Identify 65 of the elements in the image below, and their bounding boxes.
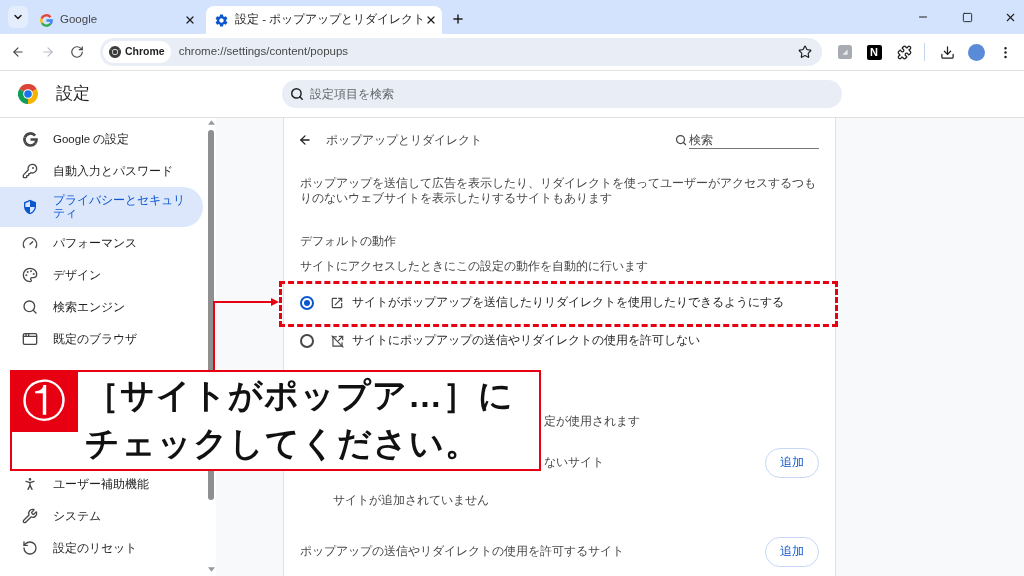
- section-subheading: サイトにアクセスしたときにこの設定の動作を自動的に行います: [300, 259, 649, 274]
- maximize-icon[interactable]: [962, 11, 973, 23]
- gear-icon: [213, 12, 229, 28]
- reset-icon: [22, 540, 38, 556]
- sidebar-item[interactable]: 検索エンジン: [0, 295, 203, 319]
- person-icon: [22, 476, 38, 492]
- empty-list-text: サイトが追加されていません: [332, 493, 490, 508]
- sidebar-item[interactable]: 既定のブラウザ: [0, 327, 203, 351]
- search-icon: [290, 87, 304, 101]
- download-icon[interactable]: [939, 44, 955, 60]
- site-list-title: ないサイト: [544, 455, 604, 471]
- search-field[interactable]: 検索: [689, 131, 819, 149]
- browser-tab[interactable]: 設定 - ポップアップとリダイレクト: [206, 6, 442, 34]
- wrench-icon: [22, 508, 38, 524]
- description-text: ポップアップを送信して広告を表示したり、リダイレクトを使ってユーザーがアクセスするつもりのないウェブサイトを表示したりするサイトもあります: [300, 176, 817, 206]
- close-icon[interactable]: [184, 14, 196, 26]
- shield-icon: [22, 199, 38, 215]
- tab-search-button[interactable]: [8, 6, 28, 28]
- search-icon: [22, 299, 38, 315]
- popup-blocked-icon: [330, 334, 344, 348]
- browser-logo-icon: [109, 46, 121, 58]
- radio-button[interactable]: [300, 334, 314, 348]
- browser-tab[interactable]: Google: [31, 6, 203, 34]
- page-title: ポップアップとリダイレクト: [326, 132, 482, 149]
- callout-text: ［サイトがポップア…］にチェックしてください。: [85, 375, 515, 464]
- extension-logo[interactable]: N: [866, 44, 882, 60]
- g-logo-icon: [39, 13, 53, 27]
- settings-title: 設定: [56, 83, 90, 106]
- add-button[interactable]: 追加: [765, 537, 819, 567]
- sidebar-item[interactable]: パフォーマンス: [0, 231, 203, 255]
- option-label[interactable]: サイトにポップアップの送信やリダイレクトの使用を許可しない: [352, 332, 700, 350]
- sidebar-item[interactable]: ユーザー補助機能: [0, 472, 203, 496]
- key-icon: [22, 163, 38, 179]
- address-bar[interactable]: Chrome chrome://settings/content/popups: [100, 38, 822, 66]
- new-tab-icon[interactable]: [451, 12, 465, 26]
- scroll-down-icon[interactable]: [207, 567, 215, 572]
- search-field[interactable]: 設定項目を検索: [282, 80, 842, 108]
- section-heading: デフォルトの動作: [300, 234, 397, 249]
- browser-window-icon: [22, 331, 38, 347]
- site-list-title: ポップアップの送信やリダイレクトの使用を許可するサイト: [300, 544, 624, 560]
- sidebar-item[interactable]: 自動入力とパスワード: [0, 159, 203, 183]
- site-chip[interactable]: Chrome: [103, 41, 171, 63]
- sidebar-item[interactable]: システム: [0, 504, 203, 528]
- g-logo-icon: [22, 131, 38, 147]
- bookmark-star-icon[interactable]: [798, 45, 812, 59]
- palette-icon: [22, 267, 38, 283]
- section-description: 定が使用されます: [543, 414, 641, 429]
- open-in-new-icon: [330, 296, 344, 310]
- scroll-up-icon[interactable]: [207, 120, 215, 125]
- step-number-badge: ①: [10, 370, 78, 432]
- sidebar-item[interactable]: デザイン: [0, 263, 203, 287]
- sidebar-item[interactable]: 設定のリセット: [0, 536, 203, 560]
- back-icon[interactable]: [298, 133, 312, 147]
- sidebar-item[interactable]: プライバシーとセキュリティ: [0, 187, 203, 227]
- browser-logo-icon: [18, 84, 38, 104]
- search-icon: [675, 134, 687, 146]
- back-icon[interactable]: [11, 45, 25, 59]
- gauge-icon: [22, 235, 38, 251]
- reload-icon[interactable]: [70, 45, 84, 59]
- add-button[interactable]: 追加: [765, 448, 819, 478]
- radio-button[interactable]: [300, 296, 314, 310]
- profile-avatar[interactable]: [967, 43, 985, 61]
- option-label[interactable]: サイトがポップアップを送信したりリダイレクトを使用したりできるようにする: [352, 294, 784, 312]
- puzzle-icon[interactable]: [896, 44, 912, 60]
- sidebar-item[interactable]: Google の設定: [0, 127, 203, 151]
